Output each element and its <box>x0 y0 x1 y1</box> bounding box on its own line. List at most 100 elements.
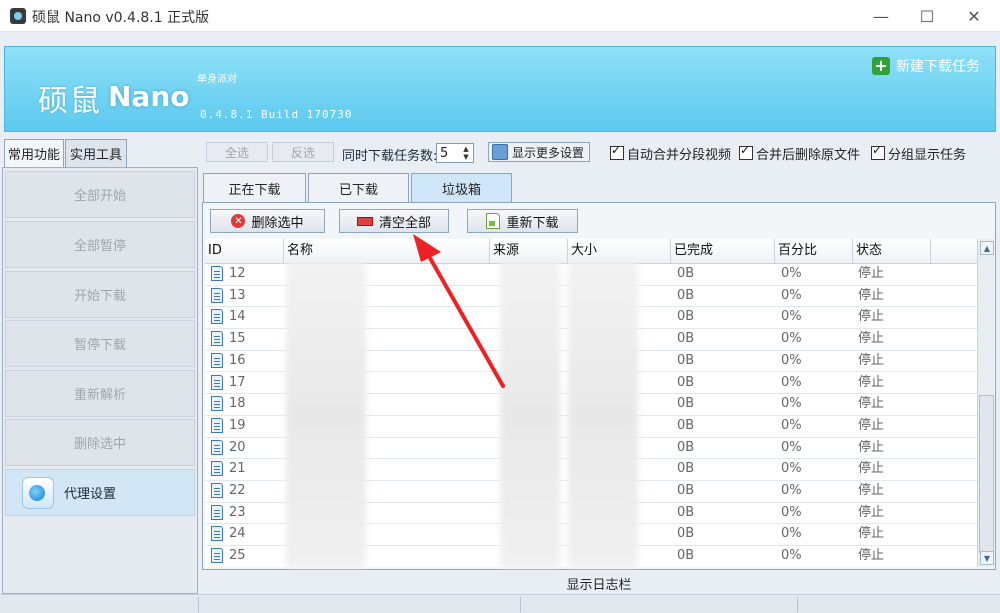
pause-all-button[interactable]: 全部暂停 <box>5 221 195 268</box>
concurrent-tasks-stepper[interactable]: 5 ▲ ▼ <box>436 143 474 163</box>
row-completed: 0B <box>677 483 695 498</box>
row-id: 13 <box>229 287 246 303</box>
row-status: 停止 <box>858 309 885 325</box>
row-percent: 0% <box>781 461 802 477</box>
stepper-arrows-icon[interactable]: ▲ ▼ <box>460 145 472 161</box>
checkbox-checked-icon <box>739 143 753 160</box>
column-completed[interactable]: 已完成 <box>671 239 775 263</box>
minus-icon <box>356 216 373 226</box>
delete-x-icon: ✕ <box>231 214 246 228</box>
start-all-button[interactable]: 全部开始 <box>5 171 195 218</box>
clear-all-button[interactable]: 清空全部 <box>339 209 449 233</box>
start-download-button[interactable]: 开始下载 <box>5 271 195 318</box>
scroll-thumb[interactable] <box>979 395 994 553</box>
table-header: ID 名称 来源 大小 已完成 百分比 状态 <box>205 239 980 264</box>
row-completed: 0B <box>677 461 695 477</box>
invert-selection-button[interactable]: 反选 <box>272 142 334 162</box>
row-percent: 0% <box>781 526 802 542</box>
show-log-bar-toggle[interactable]: 显示日志栏 <box>202 572 996 594</box>
tab-common-functions[interactable]: 常用功能 <box>4 139 64 167</box>
row-id: 23 <box>229 504 246 520</box>
file-icon <box>211 548 223 564</box>
group-tasks-checkbox[interactable]: 分组显示任务 <box>871 143 966 163</box>
column-status[interactable]: 状态 <box>853 239 931 263</box>
file-icon <box>211 266 223 281</box>
row-status: 停止 <box>858 548 885 564</box>
row-completed: 0B <box>677 396 695 412</box>
row-status: 停止 <box>858 374 885 390</box>
redownload-button[interactable]: 重新下载 <box>467 209 578 233</box>
pause-download-button[interactable]: 暂停下载 <box>5 320 195 367</box>
row-status: 停止 <box>858 266 885 281</box>
row-status: 停止 <box>858 526 885 542</box>
column-percent[interactable]: 百分比 <box>775 239 853 263</box>
file-icon <box>211 287 223 303</box>
row-id: 12 <box>229 266 246 281</box>
row-id: 24 <box>229 526 246 542</box>
tab-downloaded[interactable]: 已下载 <box>308 173 409 203</box>
row-status: 停止 <box>858 287 885 303</box>
row-id: 19 <box>229 417 246 433</box>
status-bar <box>0 594 1000 613</box>
row-id: 25 <box>229 548 246 564</box>
row-status: 停止 <box>858 331 885 347</box>
row-id: 14 <box>229 309 246 325</box>
row-percent: 0% <box>781 309 802 325</box>
row-completed: 0B <box>677 352 695 368</box>
file-icon <box>211 526 223 542</box>
minimize-button[interactable]: — <box>858 0 904 32</box>
tab-utilities[interactable]: 实用工具 <box>65 139 127 167</box>
tab-downloading[interactable]: 正在下载 <box>203 173 306 203</box>
auto-merge-label: 自动合并分段视频 <box>627 147 732 163</box>
file-icon <box>211 439 223 455</box>
row-percent: 0% <box>781 352 802 368</box>
row-id: 20 <box>229 439 246 455</box>
proxy-settings-button[interactable]: 代理设置 <box>5 469 195 516</box>
tab-trash[interactable]: 垃圾箱 <box>411 173 512 203</box>
row-percent: 0% <box>781 548 802 564</box>
new-download-task-button[interactable]: + 新建下载任务 <box>872 56 980 76</box>
file-icon <box>211 461 223 477</box>
delete-selected-label: 删除选中 <box>251 215 304 231</box>
row-id: 17 <box>229 374 246 390</box>
logo-english: Nano <box>108 80 190 113</box>
close-button[interactable]: ✕ <box>951 0 997 32</box>
select-all-button[interactable]: 全选 <box>206 142 268 162</box>
scroll-up-icon[interactable]: ▲ <box>980 241 994 255</box>
delete-after-merge-checkbox[interactable]: 合并后删除原文件 <box>739 143 861 163</box>
row-percent: 0% <box>781 266 802 281</box>
auto-merge-checkbox[interactable]: 自动合并分段视频 <box>610 143 732 163</box>
delete-after-merge-label: 合并后删除原文件 <box>756 147 861 163</box>
globe-icon <box>22 476 54 509</box>
delete-selected-left-button[interactable]: 删除选中 <box>5 419 195 466</box>
file-icon <box>211 417 223 433</box>
reparse-button[interactable]: 重新解析 <box>5 370 195 417</box>
file-icon <box>211 374 223 390</box>
row-percent: 0% <box>781 396 802 412</box>
row-status: 停止 <box>858 483 885 498</box>
column-size[interactable]: 大小 <box>568 239 671 263</box>
file-icon <box>211 352 223 368</box>
window-title: 硕鼠 Nano v0.4.8.1 正式版 <box>32 10 210 26</box>
row-id: 18 <box>229 396 246 412</box>
file-icon <box>211 331 223 347</box>
concurrent-tasks-value: 5 <box>440 145 449 161</box>
row-status: 停止 <box>858 461 885 477</box>
column-name[interactable]: 名称 <box>284 239 490 263</box>
row-percent: 0% <box>781 483 802 498</box>
row-percent: 0% <box>781 287 802 303</box>
column-id[interactable]: ID <box>205 239 284 263</box>
row-percent: 0% <box>781 374 802 390</box>
plus-icon: + <box>872 57 890 75</box>
scroll-down-icon[interactable]: ▼ <box>980 551 994 565</box>
delete-selected-button[interactable]: ✕ 删除选中 <box>210 209 325 233</box>
maximize-button[interactable]: ☐ <box>904 0 950 32</box>
show-more-settings-button[interactable]: 显示更多设置 <box>488 142 590 162</box>
column-source[interactable]: 来源 <box>490 239 568 263</box>
vertical-scrollbar[interactable]: ▲ ▼ <box>977 239 994 567</box>
row-id: 22 <box>229 483 246 498</box>
redownload-label: 重新下载 <box>506 215 559 231</box>
row-completed: 0B <box>677 331 695 347</box>
blurred-source-column <box>500 262 560 567</box>
row-completed: 0B <box>677 439 695 455</box>
